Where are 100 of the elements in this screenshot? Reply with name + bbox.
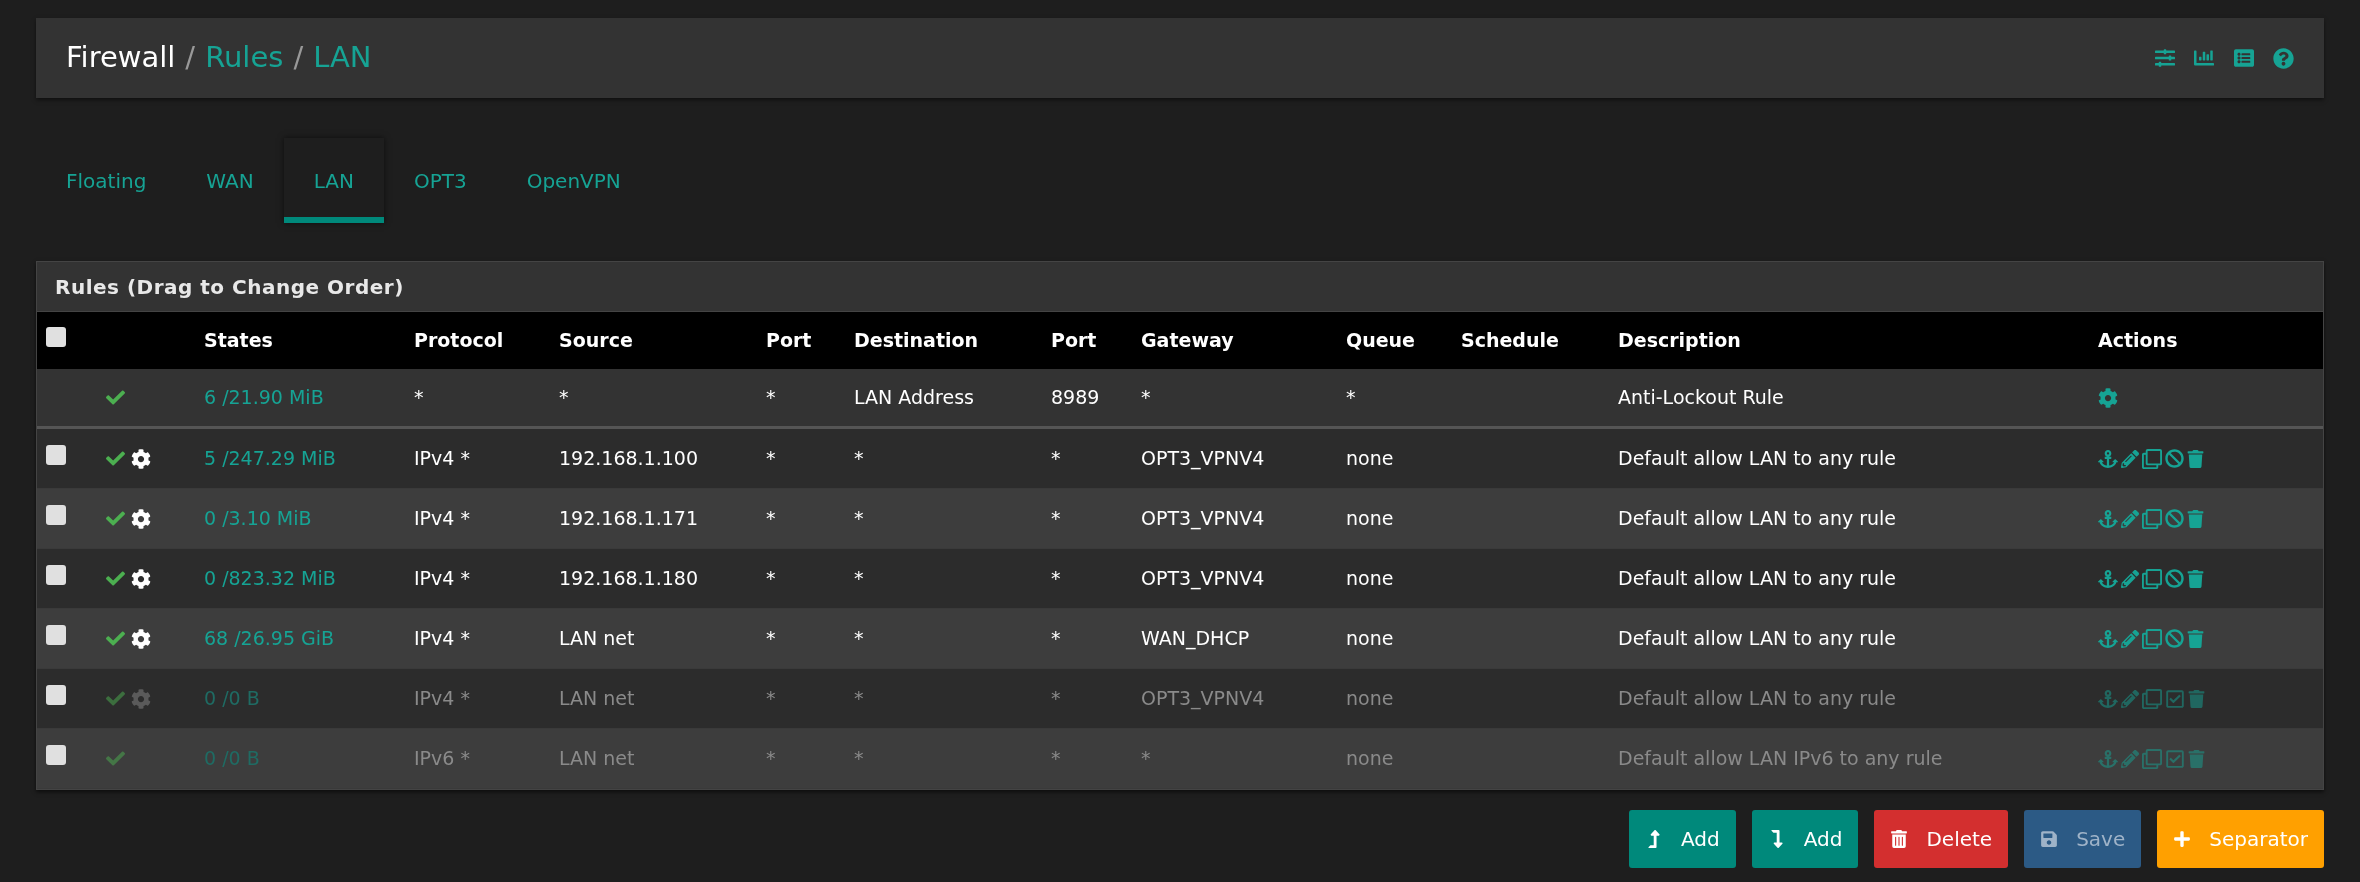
list-icon[interactable] <box>2233 48 2255 68</box>
table-cell: * <box>1141 747 1151 770</box>
table-cell: * <box>766 386 776 409</box>
column-header: Description <box>1618 329 1741 352</box>
breadcrumb-link[interactable]: LAN <box>313 36 372 80</box>
gear-icon[interactable] <box>131 508 151 529</box>
row-checkbox[interactable] <box>46 625 66 646</box>
states-link[interactable]: 0 /3.10 MiB <box>204 507 312 530</box>
table-cell: * <box>854 627 864 650</box>
states-link[interactable]: 68 /26.95 GiB <box>204 627 335 650</box>
tab[interactable]: LAN <box>283 138 384 223</box>
table-cell: LAN net <box>559 687 635 710</box>
row-checkbox[interactable] <box>46 445 66 466</box>
pencil-icon[interactable] <box>2121 629 2139 648</box>
table-cell: IPv4 * <box>414 627 470 650</box>
column-header: Port <box>766 329 812 352</box>
table-cell: * <box>766 567 776 590</box>
table-cell: LAN Address <box>854 386 974 409</box>
anchor-icon[interactable] <box>2098 628 2118 649</box>
table-cell: IPv6 * <box>414 747 470 770</box>
trash-icon[interactable] <box>2187 629 2204 648</box>
select-all-checkbox[interactable] <box>46 327 66 348</box>
action-button[interactable]: Add <box>1629 810 1736 868</box>
tab[interactable]: OPT3 <box>383 138 497 223</box>
column-header: Protocol <box>414 329 504 352</box>
table-cell: Default allow LAN to any rule <box>1618 447 1897 470</box>
table-cell: Default allow LAN IPv6 to any rule <box>1618 747 1943 770</box>
table-cell: * <box>854 567 864 590</box>
table-cell: * <box>1051 567 1061 590</box>
table-cell: OPT3_VPNV4 <box>1141 447 1265 470</box>
copy-icon[interactable] <box>2142 568 2162 589</box>
table-cell: * <box>1051 447 1061 470</box>
sliders-icon[interactable] <box>2155 48 2175 68</box>
breadcrumb-separator: / <box>293 39 304 77</box>
rule-row[interactable]: 68 /26.95 GiB IPv4 * LAN net * * * WAN_DHCP none Default allow LAN to any rule <box>37 609 2323 669</box>
column-header: Schedule <box>1461 329 1559 352</box>
pencil-icon[interactable] <box>2121 509 2139 528</box>
table-cell: * <box>1051 687 1061 710</box>
anchor-icon[interactable] <box>2098 508 2118 529</box>
copy-icon[interactable] <box>2142 508 2162 529</box>
table-cell: * <box>854 687 864 710</box>
check-icon <box>106 569 125 588</box>
table-cell: * <box>766 507 776 530</box>
check-icon <box>106 749 125 768</box>
ban-icon[interactable] <box>2165 509 2184 528</box>
action-button[interactable]: Add <box>1751 810 1859 868</box>
table-cell: IPv4 * <box>414 687 470 710</box>
check-icon <box>106 388 125 407</box>
table-cell: none <box>1346 687 1394 710</box>
rule-row[interactable]: 0 /823.32 MiB IPv4 * 192.168.1.180 * * * OPT3_VPNV4 none Default allow LAN to any rule <box>37 549 2323 609</box>
table-cell: 8989 <box>1051 386 1100 409</box>
settings-icon[interactable] <box>2098 387 2118 408</box>
pencil-icon[interactable] <box>2121 569 2139 588</box>
gear-icon[interactable] <box>131 628 151 649</box>
tab[interactable]: OpenVPN <box>496 138 651 223</box>
ban-icon[interactable] <box>2165 569 2184 588</box>
breadcrumb-link[interactable]: Rules <box>205 36 284 80</box>
table-cell: * <box>854 747 864 770</box>
table-cell: * <box>559 386 569 409</box>
states-link[interactable]: 0 /823.32 MiB <box>204 567 336 590</box>
table-cell: OPT3_VPNV4 <box>1141 507 1265 530</box>
copy-icon[interactable] <box>2142 628 2162 649</box>
table-cell: * <box>1346 386 1356 409</box>
states-link[interactable]: 6 /21.90 MiB <box>204 386 324 409</box>
gear-icon[interactable] <box>131 568 151 589</box>
rule-row[interactable]: 5 /247.29 MiB IPv4 * 192.168.1.100 * * * OPT3_VPNV4 none Default allow LAN to any rule <box>37 429 2323 489</box>
rule-row[interactable]: 6 /21.90 MiB * * * LAN Address 8989 * * Anti-Lockout Rule <box>37 369 2323 429</box>
table-cell: none <box>1346 507 1394 530</box>
column-header: Queue <box>1346 329 1415 352</box>
trash-icon[interactable] <box>2187 509 2204 528</box>
column-header: States <box>204 329 273 352</box>
anchor-icon[interactable] <box>2098 568 2118 589</box>
row-checkbox[interactable] <box>46 565 66 586</box>
trash-icon[interactable] <box>2187 449 2204 468</box>
ban-icon[interactable] <box>2165 449 2184 468</box>
table-cell: * <box>854 447 864 470</box>
tab[interactable]: WAN <box>176 138 284 223</box>
tab[interactable]: Floating <box>36 138 177 223</box>
bar-chart-icon[interactable] <box>2193 48 2215 68</box>
table-cell: Default allow LAN to any rule <box>1618 567 1897 590</box>
copy-icon[interactable] <box>2142 448 2162 469</box>
pencil-icon[interactable] <box>2121 449 2139 468</box>
table-cell: WAN_DHCP <box>1141 627 1250 650</box>
rule-row[interactable]: 0 /3.10 MiB IPv4 * 192.168.1.171 * * * OPT3_VPNV4 none Default allow LAN to any rule <box>37 489 2323 549</box>
table-cell: * <box>414 386 424 409</box>
table-cell: 192.168.1.100 <box>559 447 698 470</box>
states-link[interactable]: 5 /247.29 MiB <box>204 447 336 470</box>
help-icon[interactable] <box>2273 47 2294 69</box>
check-icon <box>106 509 125 528</box>
table-cell: IPv4 * <box>414 507 470 530</box>
trash-icon[interactable] <box>2187 569 2204 588</box>
table-cell: IPv4 * <box>414 447 470 470</box>
table-cell: * <box>1051 747 1061 770</box>
gear-icon[interactable] <box>131 448 151 469</box>
action-button[interactable]: Delete <box>1874 810 2009 868</box>
table-cell: * <box>1051 507 1061 530</box>
table-cell: * <box>766 447 776 470</box>
anchor-icon[interactable] <box>2098 448 2118 469</box>
ban-icon[interactable] <box>2165 629 2184 648</box>
row-checkbox[interactable] <box>46 505 66 526</box>
